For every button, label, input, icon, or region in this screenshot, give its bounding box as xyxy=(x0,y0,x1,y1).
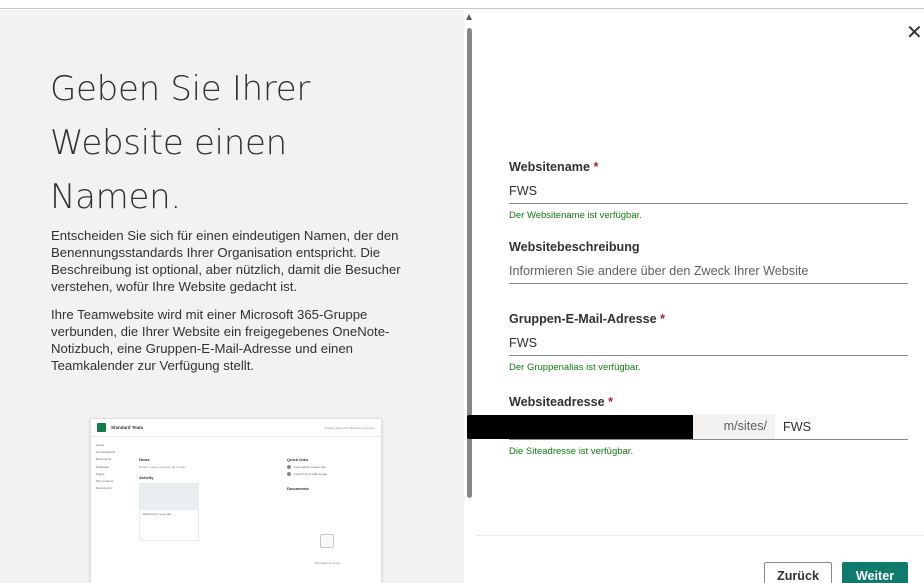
preview-header: Standard Team Private group Not followin… xyxy=(91,419,381,437)
folder-icon xyxy=(320,534,334,548)
required-marker: * xyxy=(593,160,599,174)
footer: Zurück Weiter xyxy=(476,535,924,583)
required-marker: * xyxy=(608,395,614,409)
preview-empty-folder: This folder is empty xyxy=(307,534,347,569)
site-name-field: Websitename * Der Websitename ist verfüg… xyxy=(509,160,908,221)
globe-icon xyxy=(287,472,291,476)
preview-site-title: Standard Team xyxy=(111,425,144,430)
site-preview-image: Standard Team Private group Not followin… xyxy=(90,418,382,583)
description-paragraph-2: Ihre Teamwebsite wird mit einer Microsof… xyxy=(51,307,390,373)
next-button[interactable]: Weiter xyxy=(842,562,908,583)
preview-activity-card: Welcome to your site xyxy=(139,483,199,541)
close-icon[interactable]: ✕ xyxy=(906,22,924,44)
preview-news-text: Details: Keep your team up to date. xyxy=(139,465,187,469)
preview-quick-link: Learn how to add a page xyxy=(287,472,373,476)
preview-quick-link: Learn about a team site xyxy=(287,465,373,469)
preview-nav-item: Recycle bin xyxy=(96,486,112,491)
preview-nav-item: Home xyxy=(96,443,105,447)
group-email-input[interactable] xyxy=(509,330,908,356)
preview-empty-text: This folder is empty xyxy=(313,561,340,565)
site-address-prefix: m/sites/ xyxy=(693,414,775,439)
preview-nav-item: Documents xyxy=(96,457,112,462)
preview-main: News Details: Keep your team up to date.… xyxy=(139,457,239,541)
scrollbar[interactable] xyxy=(465,10,474,583)
site-address-label: Websiteadresse * xyxy=(509,395,614,409)
preview-card-text: Welcome to your site xyxy=(143,512,171,516)
preview-activity-heading: Activity xyxy=(139,475,154,480)
site-description-label: Websitebeschreibung xyxy=(509,240,640,254)
page-title: Geben Sie Ihrer Website einen Namen. xyxy=(50,69,311,217)
top-edge xyxy=(0,0,924,9)
preview-nav-item: Notebook xyxy=(96,464,109,469)
site-address-field: Websiteadresse * m/sites/ Die Siteadress… xyxy=(467,395,908,457)
preview-card-image xyxy=(140,484,198,510)
group-email-label: Gruppen-E-Mail-Adresse * xyxy=(509,312,666,326)
site-name-label: Websitename * xyxy=(509,160,599,174)
site-name-status: Der Websitename ist verfügbar. xyxy=(509,210,642,221)
back-button[interactable]: Zurück xyxy=(764,562,832,583)
site-name-input[interactable] xyxy=(509,178,908,204)
preview-nav: Home Conversations Documents Notebook Pa… xyxy=(96,443,132,493)
info-panel: Geben Sie Ihrer Website einen Namen. Ent… xyxy=(0,10,464,583)
site-address-status: Die Siteadresse ist verfügbar. xyxy=(509,446,634,457)
preview-site-logo xyxy=(97,423,106,432)
site-description-field: Websitebeschreibung xyxy=(509,240,908,284)
preview-header-info: Private group Not following 1 member xyxy=(324,425,375,430)
preview-quick-links-heading: Quick links xyxy=(287,457,309,462)
preview-nav-item: Conversations xyxy=(96,450,116,455)
preview-sidebar: Quick links Learn about a team site Lear… xyxy=(287,457,373,494)
site-description-input[interactable] xyxy=(509,258,908,284)
preview-nav-item: Site contents xyxy=(96,478,114,483)
globe-icon xyxy=(287,465,291,469)
preview-news-heading: News xyxy=(139,457,150,462)
group-email-status: Der Gruppenalias ist verfügbar. xyxy=(509,362,641,373)
scroll-up-arrow-icon[interactable] xyxy=(466,14,472,20)
preview-documents-heading: Documents xyxy=(287,486,309,491)
group-email-field: Gruppen-E-Mail-Adresse * Der Gruppenalia… xyxy=(509,312,908,373)
description-paragraph-1: Entscheiden Sie sich für einen eindeutig… xyxy=(51,228,401,294)
site-address-row: m/sites/ xyxy=(467,413,908,440)
required-marker: * xyxy=(660,312,666,326)
form-panel: ✕ Websitename * Der Websitename ist verf… xyxy=(467,10,924,583)
site-address-input[interactable] xyxy=(783,414,908,439)
preview-nav-item: Pages xyxy=(96,471,105,476)
